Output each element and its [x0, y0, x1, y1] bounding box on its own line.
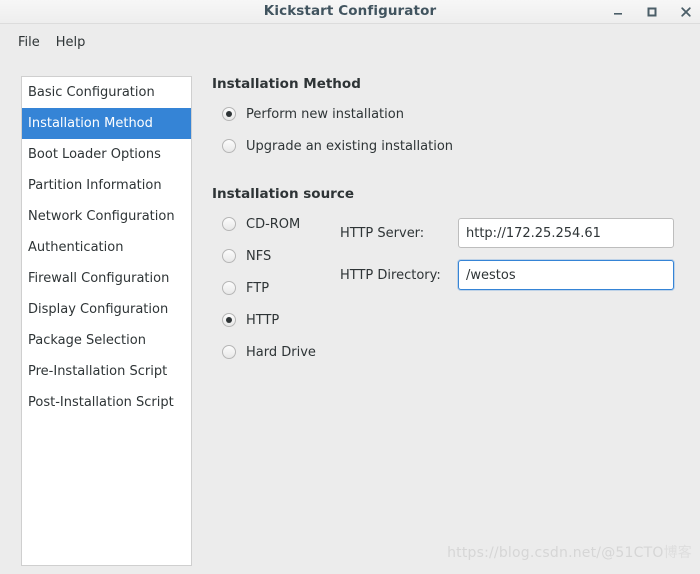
installation-source-fields: HTTP Server: HTTP Directory:	[340, 218, 680, 302]
sidebar-list[interactable]: Basic Configuration Installation Method …	[21, 76, 192, 566]
menu-item-file[interactable]: File	[10, 32, 48, 53]
radio-label: HTTP	[246, 312, 280, 328]
radio-indicator[interactable]	[222, 249, 236, 263]
sidebar-item-authentication[interactable]: Authentication	[22, 232, 191, 263]
radio-label: Perform new installation	[246, 106, 404, 122]
http-directory-row: HTTP Directory:	[340, 260, 680, 290]
window-title: Kickstart Configurator	[263, 3, 437, 19]
close-button[interactable]	[678, 4, 694, 20]
sidebar-item-boot-loader-options[interactable]: Boot Loader Options	[22, 139, 191, 170]
window-controls	[610, 0, 694, 24]
installation-source-radio-group: CD-ROM NFS FTP HTTP Hard Drive	[212, 212, 342, 364]
sidebar-item-post-installation-script[interactable]: Post-Installation Script	[22, 387, 191, 418]
menu-item-help[interactable]: Help	[48, 32, 94, 53]
radio-indicator[interactable]	[222, 107, 236, 121]
sidebar-item-package-selection[interactable]: Package Selection	[22, 325, 191, 356]
radio-indicator[interactable]	[222, 139, 236, 153]
radio-indicator[interactable]	[222, 345, 236, 359]
sidebar-item-installation-method[interactable]: Installation Method	[22, 108, 191, 139]
minimize-button[interactable]	[610, 4, 626, 20]
radio-ftp[interactable]: FTP	[212, 276, 342, 300]
title-bar: Kickstart Configurator	[0, 0, 700, 24]
radio-label: FTP	[246, 280, 270, 296]
http-server-label: HTTP Server:	[340, 225, 425, 241]
radio-label: Hard Drive	[246, 344, 316, 360]
radio-nfs[interactable]: NFS	[212, 244, 342, 268]
installation-method-heading: Installation Method	[212, 76, 361, 92]
radio-label: NFS	[246, 248, 272, 264]
sidebar-item-partition-information[interactable]: Partition Information	[22, 170, 191, 201]
menu-bar: File Help	[0, 24, 700, 60]
sidebar-item-basic-configuration[interactable]: Basic Configuration	[22, 77, 191, 108]
sidebar-item-network-configuration[interactable]: Network Configuration	[22, 201, 191, 232]
sidebar-item-display-configuration[interactable]: Display Configuration	[22, 294, 191, 325]
content-pane: Installation Method Perform new installa…	[212, 76, 682, 556]
radio-http[interactable]: HTTP	[212, 308, 342, 332]
radio-perform-new-installation[interactable]: Perform new installation	[212, 102, 682, 126]
radio-label: Upgrade an existing installation	[246, 138, 454, 154]
radio-indicator[interactable]	[222, 281, 236, 295]
http-directory-input[interactable]	[458, 260, 674, 290]
maximize-button[interactable]	[644, 4, 660, 20]
installation-source-heading: Installation source	[212, 186, 355, 202]
radio-indicator[interactable]	[222, 217, 236, 231]
radio-label: CD-ROM	[246, 216, 301, 232]
radio-indicator[interactable]	[222, 313, 236, 327]
radio-cdrom[interactable]: CD-ROM	[212, 212, 342, 236]
radio-upgrade-existing-installation[interactable]: Upgrade an existing installation	[212, 134, 682, 158]
installation-source-area: CD-ROM NFS FTP HTTP Hard Drive HTTP Serv…	[212, 212, 682, 364]
radio-hard-drive[interactable]: Hard Drive	[212, 340, 342, 364]
http-server-row: HTTP Server:	[340, 218, 680, 248]
sidebar-item-pre-installation-script[interactable]: Pre-Installation Script	[22, 356, 191, 387]
http-server-input[interactable]	[458, 218, 674, 248]
http-directory-label: HTTP Directory:	[340, 267, 441, 283]
sidebar-item-firewall-configuration[interactable]: Firewall Configuration	[22, 263, 191, 294]
